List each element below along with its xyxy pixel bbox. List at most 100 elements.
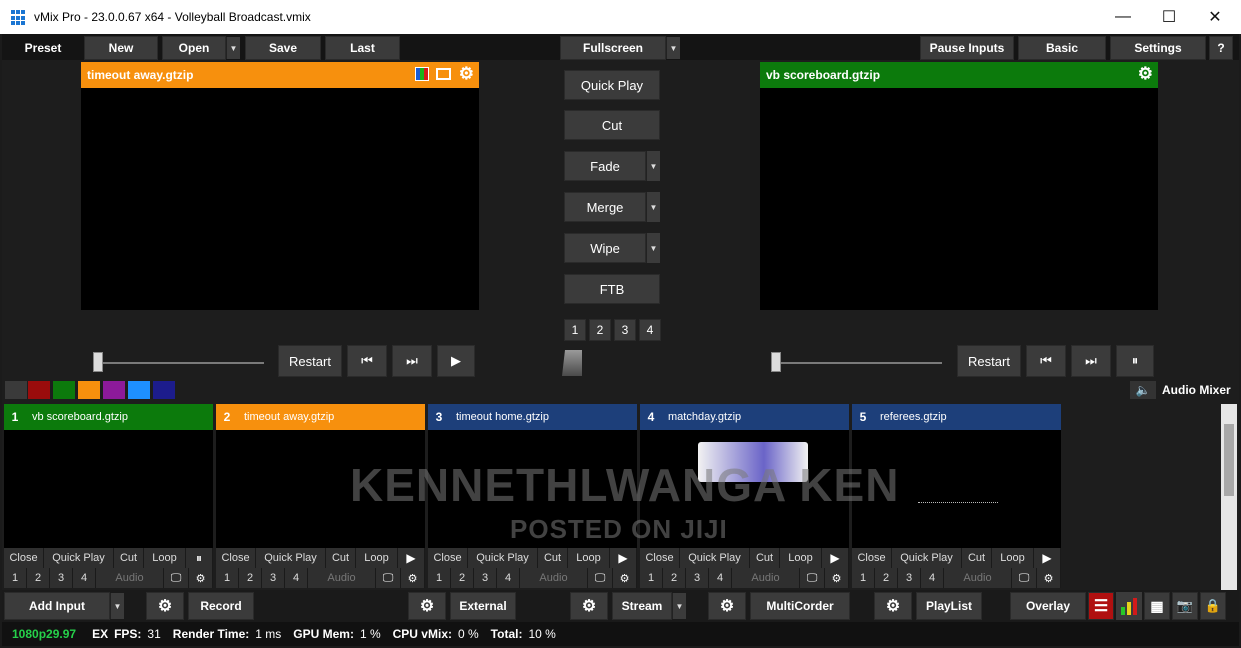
lock-icon[interactable]: 🔒	[1200, 592, 1226, 620]
menu-icon[interactable]: ☰	[1088, 592, 1114, 620]
playlist-button[interactable]: PlayList	[916, 592, 982, 620]
multiview-grid-icon[interactable]: ▦	[1144, 592, 1170, 620]
fade-button[interactable]: Fade	[564, 151, 646, 181]
input-quick-play-button[interactable]: Quick Play	[256, 548, 326, 568]
preview-restart-button[interactable]: Restart	[278, 345, 342, 377]
input-header[interactable]: 3 timeout home.gtzip	[428, 404, 637, 430]
overlay-button[interactable]: Overlay	[1010, 592, 1086, 620]
fullscreen-dropdown-icon[interactable]: ▼	[666, 37, 680, 59]
input-cut-button[interactable]: Cut	[538, 548, 568, 568]
gear-icon[interactable]: ⚙	[1138, 64, 1153, 84]
ftb-button[interactable]: FTB	[564, 274, 660, 304]
scrollbar-thumb[interactable]	[1224, 424, 1234, 496]
help-button[interactable]: ?	[1209, 36, 1233, 60]
input-audio-button[interactable]: Audio	[944, 568, 1012, 588]
input-play-icon[interactable]: ▶	[610, 548, 637, 568]
input-monitor-icon[interactable]: 🖵	[800, 568, 825, 588]
transition-2-button[interactable]: 2	[589, 319, 611, 341]
input-header[interactable]: 4 matchday.gtzip	[640, 404, 849, 430]
audio-levels-icon[interactable]	[1116, 592, 1142, 620]
input-loop-button[interactable]: Loop	[992, 548, 1034, 568]
new-button[interactable]: New	[84, 36, 158, 60]
transition-1-button[interactable]: 1	[564, 319, 586, 341]
pause-inputs-button[interactable]: Pause Inputs	[920, 36, 1014, 60]
input-header[interactable]: 2 timeout away.gtzip	[216, 404, 425, 430]
input-close-button[interactable]: Close	[852, 548, 892, 568]
color-swatch-red[interactable]	[28, 381, 50, 399]
input-gear-icon[interactable]: ⚙	[189, 568, 213, 588]
minimize-icon[interactable]: —	[1100, 0, 1146, 34]
output-slider-knob[interactable]	[771, 352, 781, 372]
input-play-icon[interactable]: ▶	[822, 548, 849, 568]
input-overlay-4-button[interactable]: 4	[285, 568, 308, 588]
input-loop-button[interactable]: Loop	[568, 548, 610, 568]
stream-button[interactable]: Stream	[612, 592, 672, 620]
color-swatch-blue[interactable]	[128, 381, 150, 399]
transition-3-button[interactable]: 3	[614, 319, 636, 341]
color-picker-icon[interactable]	[415, 67, 429, 81]
add-input-button[interactable]: Add Input	[4, 592, 110, 620]
color-swatch-purple[interactable]	[103, 381, 125, 399]
color-swatch-navy[interactable]	[153, 381, 175, 399]
quick-play-button[interactable]: Quick Play	[564, 70, 660, 100]
preview-slider-knob[interactable]	[93, 352, 103, 372]
last-button[interactable]: Last	[325, 36, 400, 60]
input-loop-button[interactable]: Loop	[780, 548, 822, 568]
wipe-dropdown-icon[interactable]: ▼	[646, 233, 660, 263]
input-audio-button[interactable]: Audio	[520, 568, 588, 588]
input-quick-play-button[interactable]: Quick Play	[892, 548, 962, 568]
stream-settings-gear-icon[interactable]: ⚙	[570, 592, 608, 620]
stream-dropdown-icon[interactable]: ▼	[672, 593, 686, 619]
input-gear-icon[interactable]: ⚙	[825, 568, 849, 588]
preview-play-icon[interactable]: ▶	[437, 345, 475, 377]
input-overlay-1-button[interactable]: 1	[852, 568, 875, 588]
color-swatch-grey[interactable]	[5, 381, 27, 399]
input-pause-icon[interactable]: ⏸	[186, 548, 213, 568]
input-cut-button[interactable]: Cut	[750, 548, 780, 568]
output-restart-button[interactable]: Restart	[957, 345, 1021, 377]
input-cut-button[interactable]: Cut	[962, 548, 992, 568]
record-settings-gear-icon[interactable]: ⚙	[146, 592, 184, 620]
open-button[interactable]: Open	[162, 36, 226, 60]
input-audio-button[interactable]: Audio	[308, 568, 376, 588]
output-position-slider[interactable]	[772, 362, 942, 364]
input-overlay-2-button[interactable]: 2	[451, 568, 474, 588]
preview-previous-icon[interactable]: ⏮	[347, 345, 387, 377]
gear-icon[interactable]: ⚙	[459, 64, 474, 84]
settings-button[interactable]: Settings	[1110, 36, 1206, 60]
input-overlay-3-button[interactable]: 3	[686, 568, 709, 588]
input-gear-icon[interactable]: ⚙	[401, 568, 425, 588]
multicorder-settings-gear-icon[interactable]: ⚙	[708, 592, 746, 620]
input-overlay-3-button[interactable]: 3	[50, 568, 73, 588]
basic-button[interactable]: Basic	[1018, 36, 1106, 60]
speaker-icon[interactable]: 🔈	[1130, 381, 1156, 399]
input-overlay-3-button[interactable]: 3	[898, 568, 921, 588]
input-close-button[interactable]: Close	[4, 548, 44, 568]
inputs-scrollbar[interactable]	[1221, 404, 1237, 590]
input-overlay-2-button[interactable]: 2	[239, 568, 262, 588]
preview-panel[interactable]: timeout away.gtzip ⚙	[81, 62, 479, 310]
cut-button[interactable]: Cut	[564, 110, 660, 140]
input-quick-play-button[interactable]: Quick Play	[44, 548, 114, 568]
add-input-dropdown-icon[interactable]: ▼	[110, 593, 124, 619]
input-monitor-icon[interactable]: 🖵	[588, 568, 613, 588]
output-next-icon[interactable]: ⏭	[1071, 345, 1111, 377]
input-monitor-icon[interactable]: 🖵	[376, 568, 401, 588]
input-overlay-4-button[interactable]: 4	[497, 568, 520, 588]
save-button[interactable]: Save	[245, 36, 321, 60]
snapshot-camera-icon[interactable]: 📷	[1172, 592, 1198, 620]
wipe-button[interactable]: Wipe	[564, 233, 646, 263]
input-close-button[interactable]: Close	[216, 548, 256, 568]
input-monitor-icon[interactable]: 🖵	[1012, 568, 1037, 588]
input-header[interactable]: 1 vb scoreboard.gtzip	[4, 404, 213, 430]
close-icon[interactable]: ✕	[1192, 0, 1238, 34]
input-loop-button[interactable]: Loop	[356, 548, 398, 568]
input-overlay-2-button[interactable]: 2	[663, 568, 686, 588]
input-overlay-3-button[interactable]: 3	[474, 568, 497, 588]
multicorder-button[interactable]: MultiCorder	[750, 592, 850, 620]
input-gear-icon[interactable]: ⚙	[1037, 568, 1061, 588]
input-audio-button[interactable]: Audio	[96, 568, 164, 588]
input-play-icon[interactable]: ▶	[1034, 548, 1061, 568]
input-monitor-icon[interactable]: 🖵	[164, 568, 189, 588]
output-pause-icon[interactable]: ⏸	[1116, 345, 1154, 377]
